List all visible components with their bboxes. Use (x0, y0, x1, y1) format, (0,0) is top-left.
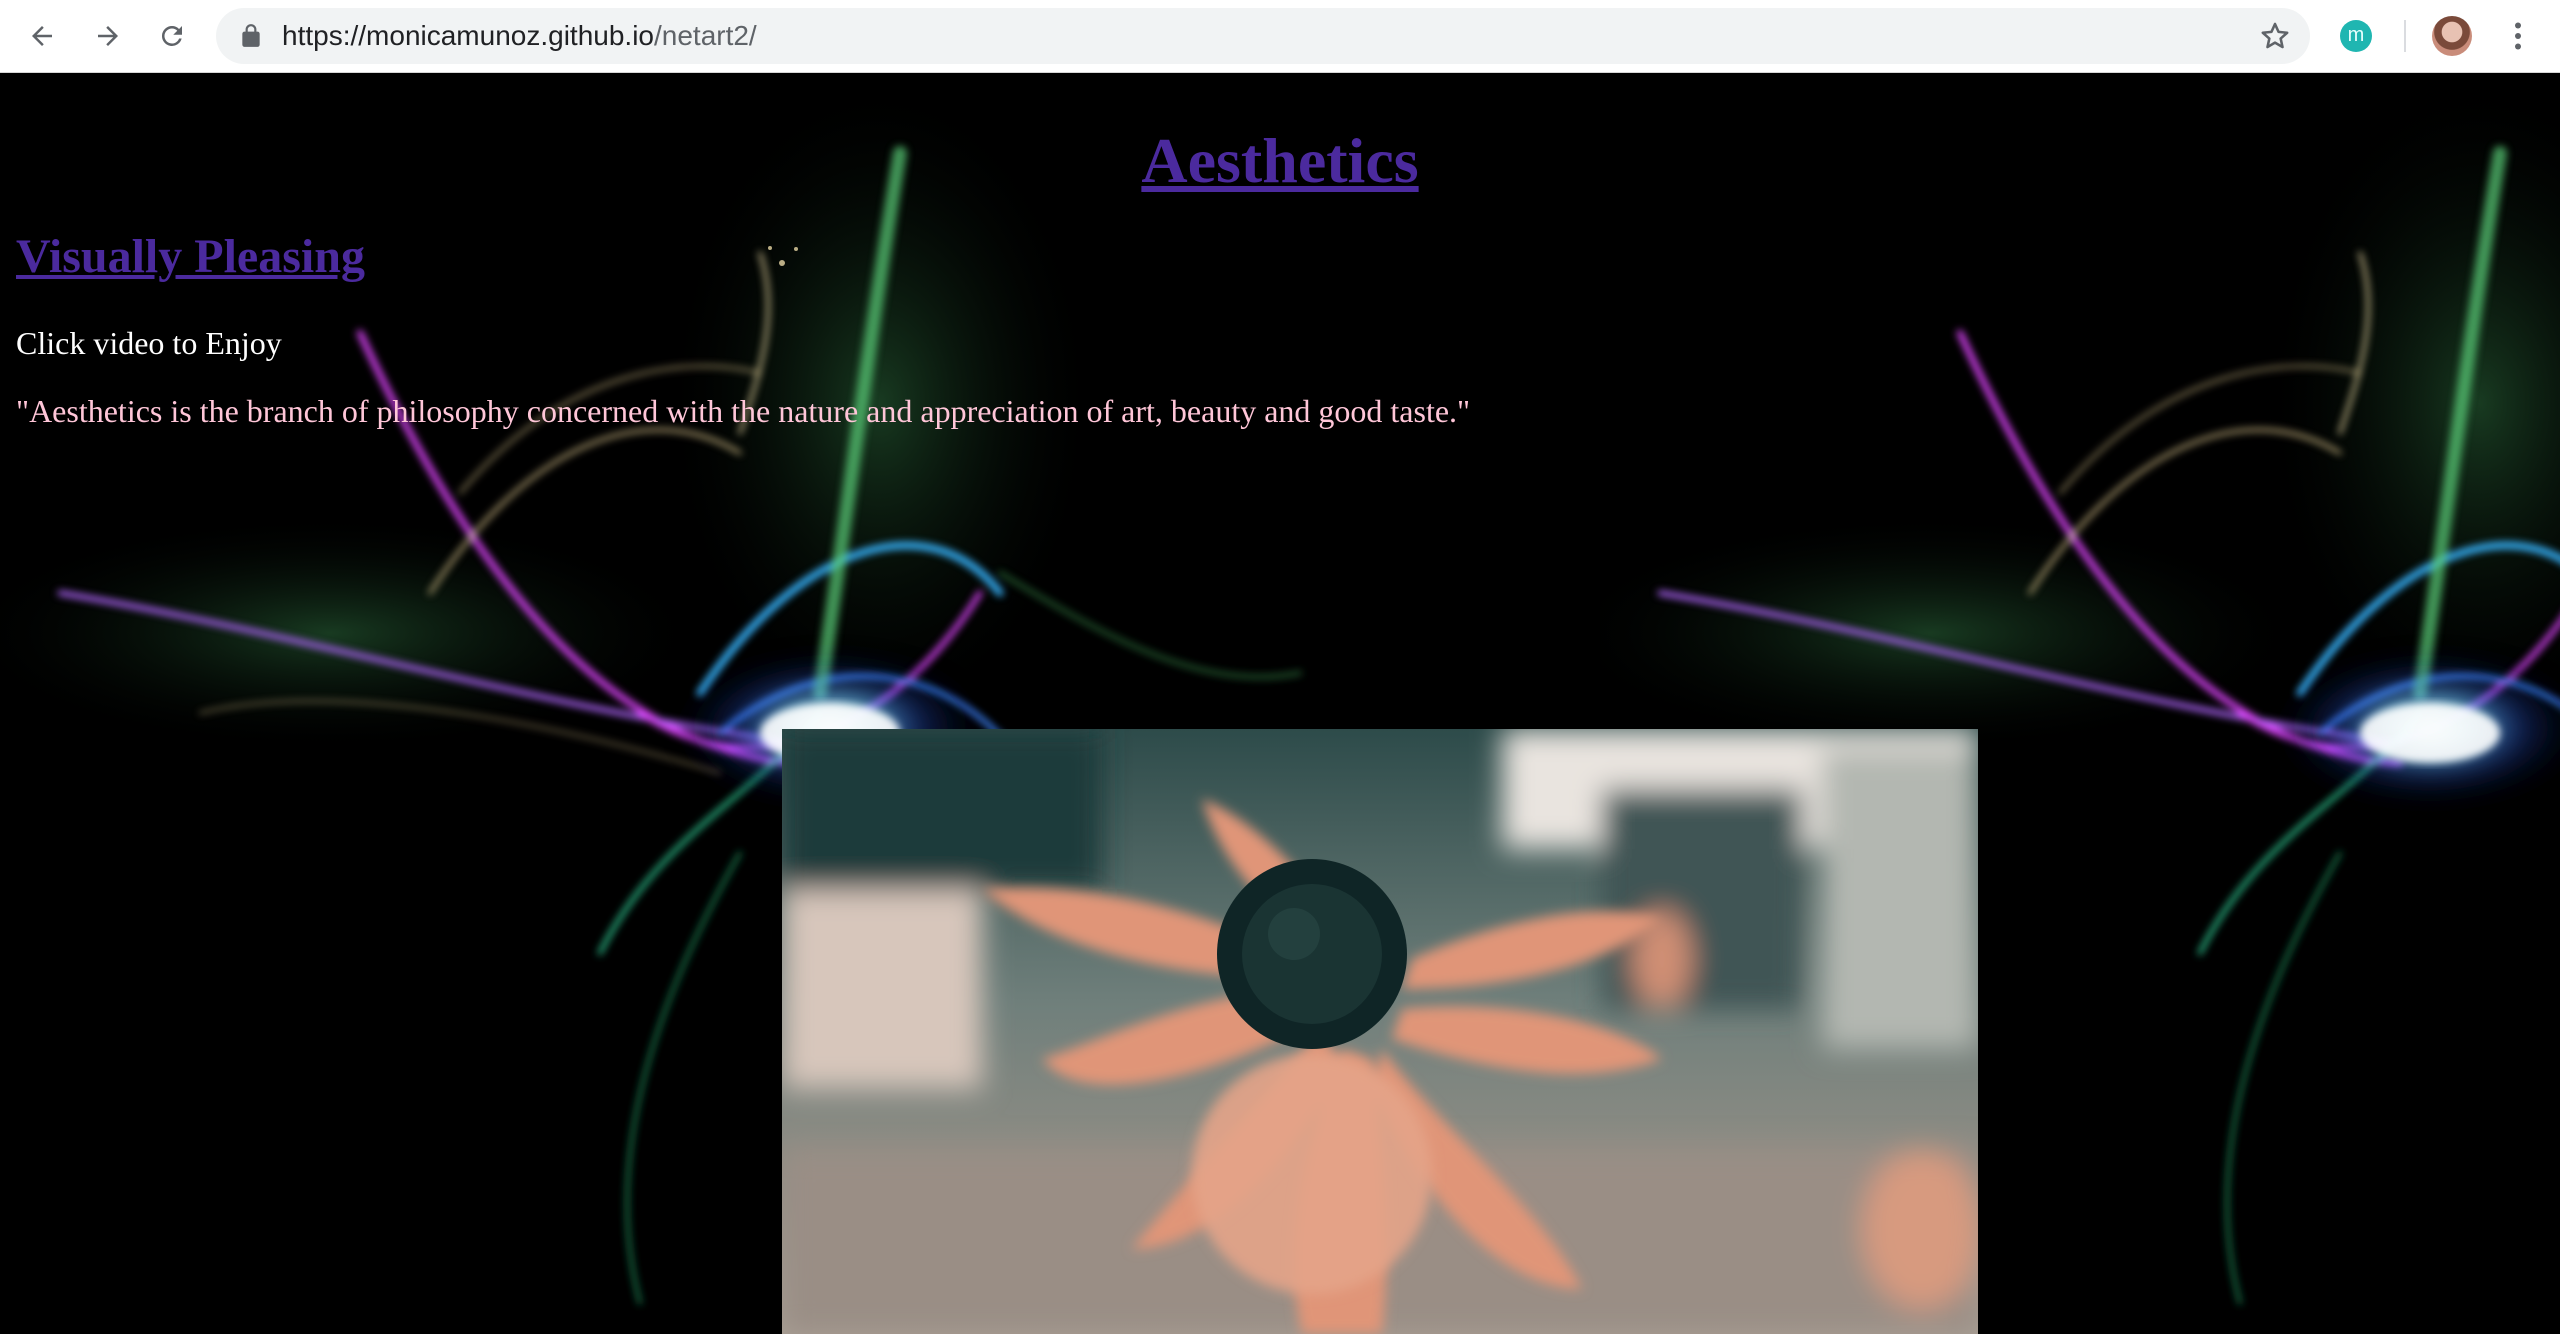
back-icon (32, 26, 52, 46)
reload-button[interactable] (148, 12, 196, 60)
section-title-link[interactable]: Visually Pleasing (16, 230, 365, 283)
more-menu-icon[interactable] (2500, 18, 2536, 54)
forward-icon (98, 26, 118, 46)
reload-icon (161, 25, 182, 46)
extension-icon[interactable]: m (2340, 20, 2372, 52)
aesthetics-quote: "Aesthetics is the branch of philosophy … (16, 393, 1471, 429)
page-title: Aesthetics (0, 121, 2560, 201)
forward-button[interactable] (84, 12, 132, 60)
address-bar[interactable]: https://monicamunoz.github.io/netart2/ (216, 8, 2310, 64)
url-host: https://monicamunoz.github.io (282, 20, 654, 51)
browser-toolbar: https://monicamunoz.github.io/netart2/ m (0, 0, 2560, 73)
url-text: https://monicamunoz.github.io/netart2/ (282, 20, 757, 52)
video-player[interactable] (782, 729, 1978, 1334)
video-frame (782, 729, 1978, 1334)
star-icon[interactable] (2258, 19, 2292, 53)
avatar[interactable] (2432, 16, 2472, 56)
page-title-link[interactable]: Aesthetics (1141, 125, 1418, 196)
toolbar-divider (2404, 20, 2406, 52)
page-body: Aesthetics Visually Pleasing Click video… (0, 73, 2560, 1334)
lock-icon (242, 24, 260, 47)
url-path: /netart2/ (653, 20, 757, 51)
section-title: Visually Pleasing (16, 227, 365, 287)
back-button[interactable] (18, 12, 66, 60)
instructions-text: Click video to Enjoy (16, 325, 282, 361)
